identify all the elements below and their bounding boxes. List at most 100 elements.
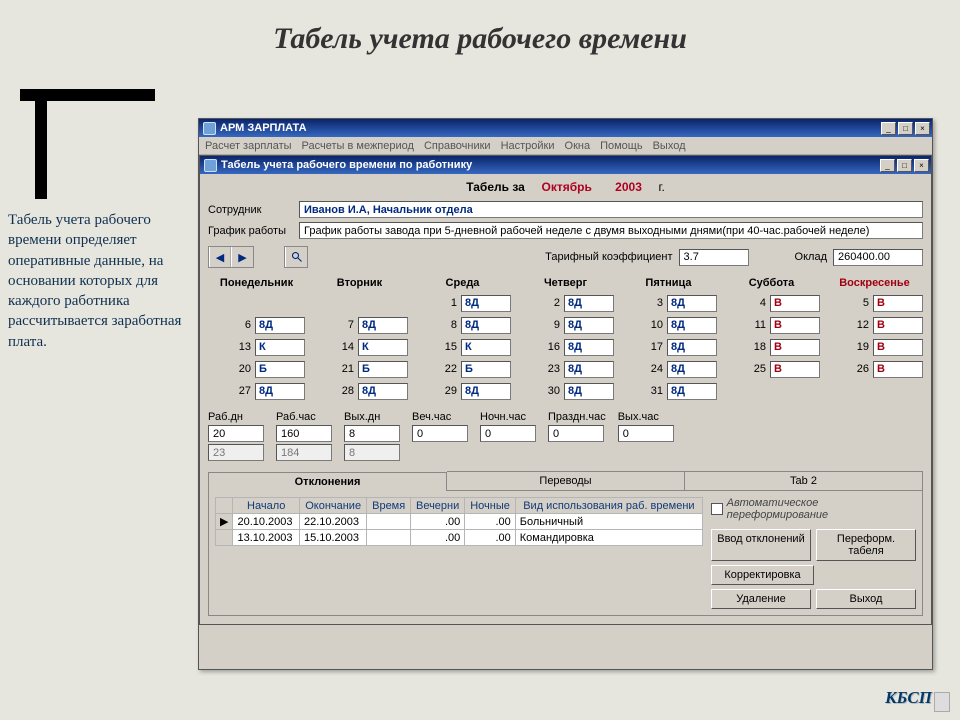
- day-value-input[interactable]: 8Д: [564, 339, 614, 356]
- day-value-input[interactable]: К: [358, 339, 408, 356]
- day-value-input[interactable]: 8Д: [667, 339, 717, 356]
- schedule-label: График работы: [208, 225, 293, 237]
- total-value[interactable]: 0: [548, 425, 604, 442]
- day-value-input[interactable]: 8Д: [564, 317, 614, 334]
- day-value-input[interactable]: 8Д: [358, 317, 408, 334]
- day-value-input[interactable]: В: [770, 295, 820, 312]
- day-value-input[interactable]: 8Д: [461, 295, 511, 312]
- minimize-button[interactable]: _: [881, 122, 896, 135]
- total-value[interactable]: 0: [480, 425, 536, 442]
- total-value[interactable]: 8: [344, 425, 400, 442]
- table-row[interactable]: 13.10.200315.10.2003.00.00Командировка: [216, 530, 703, 546]
- day-number: 22: [439, 363, 457, 375]
- day-cell: 88Д: [414, 315, 511, 335]
- search-button[interactable]: [285, 247, 307, 267]
- close-button[interactable]: ×: [915, 122, 930, 135]
- next-button[interactable]: ▶: [231, 247, 253, 267]
- day-number: 31: [645, 385, 663, 397]
- coef-field[interactable]: 3.7: [679, 249, 749, 266]
- prev-button[interactable]: ◀: [209, 247, 231, 267]
- correct-button[interactable]: Корректировка: [711, 565, 814, 585]
- table-cell: [367, 530, 411, 546]
- employee-field[interactable]: Иванов И.А, Начальник отдела: [299, 201, 923, 218]
- menu-item[interactable]: Справочники: [424, 140, 491, 152]
- day-number: 7: [336, 319, 354, 331]
- exit-button[interactable]: Выход: [816, 589, 916, 609]
- menu-item[interactable]: Расчет зарплаты: [205, 140, 292, 152]
- auto-reform-checkbox[interactable]: [711, 503, 723, 515]
- day-value-input[interactable]: 8Д: [667, 317, 717, 334]
- day-header: Четверг: [517, 275, 614, 291]
- tab-2[interactable]: Tab 2: [685, 471, 923, 490]
- day-header: Вторник: [311, 275, 408, 291]
- day-cell: 108Д: [620, 315, 717, 335]
- table-cell: 22.10.2003: [299, 514, 366, 530]
- menu-item[interactable]: Выход: [653, 140, 686, 152]
- day-value-input[interactable]: В: [770, 361, 820, 378]
- day-value-input[interactable]: В: [770, 339, 820, 356]
- brand-logo: КБСП: [885, 688, 932, 708]
- day-value-input[interactable]: В: [873, 339, 923, 356]
- total-value[interactable]: 0: [412, 425, 468, 442]
- day-cell: 19В: [826, 337, 923, 357]
- day-value-input[interactable]: В: [873, 317, 923, 334]
- day-cell: 22 Б: [414, 359, 511, 379]
- total-value[interactable]: 20: [208, 425, 264, 442]
- total-value[interactable]: 160: [276, 425, 332, 442]
- menu-item[interactable]: Окна: [565, 140, 591, 152]
- app-icon: [203, 122, 216, 135]
- day-cell: 21Б: [311, 359, 408, 379]
- day-value-input[interactable]: В: [873, 361, 923, 378]
- deviations-table[interactable]: НачалоОкончаниеВремяВечерниНочныеВид исп…: [215, 497, 703, 546]
- add-deviation-button[interactable]: Ввод отклонений: [711, 529, 811, 561]
- day-value-input[interactable]: В: [873, 295, 923, 312]
- day-cell: 13К: [208, 337, 305, 357]
- tab-deviations[interactable]: Отклонения: [208, 472, 447, 491]
- day-value-input[interactable]: Б: [358, 361, 408, 378]
- tab-transfers[interactable]: Переводы: [447, 471, 685, 490]
- menu-item[interactable]: Расчеты в межпериод: [302, 140, 414, 152]
- day-value-input[interactable]: 8Д: [255, 383, 305, 400]
- day-value-input[interactable]: 8Д: [564, 361, 614, 378]
- delete-button[interactable]: Удаление: [711, 589, 811, 609]
- day-cell: 308Д: [517, 381, 614, 401]
- day-header: Воскресенье: [826, 275, 923, 291]
- table-cell: 15.10.2003: [299, 530, 366, 546]
- day-cell: 28Д: [517, 293, 614, 313]
- day-value-input[interactable]: 8Д: [564, 295, 614, 312]
- day-value-input[interactable]: 8Д: [255, 317, 305, 334]
- day-value-input[interactable]: 8Д: [358, 383, 408, 400]
- day-cell: 168Д: [517, 337, 614, 357]
- menu-item[interactable]: Настройки: [501, 140, 555, 152]
- day-value-input[interactable]: 8Д: [667, 361, 717, 378]
- day-value-input[interactable]: В: [770, 317, 820, 334]
- total-value[interactable]: 0: [618, 425, 674, 442]
- child-close-button[interactable]: ×: [914, 159, 929, 172]
- day-value-input[interactable]: 8Д: [667, 383, 717, 400]
- day-value-input[interactable]: 8Д: [564, 383, 614, 400]
- tab-body: НачалоОкончаниеВремяВечерниНочныеВид исп…: [208, 490, 923, 616]
- child-maximize-button[interactable]: □: [897, 159, 912, 172]
- day-value-input[interactable]: 8Д: [461, 317, 511, 334]
- day-value-input[interactable]: 8Д: [667, 295, 717, 312]
- day-number: 1: [439, 297, 457, 309]
- salary-field[interactable]: 260400.00: [833, 249, 923, 266]
- day-cell: 31 8Д: [620, 381, 717, 401]
- schedule-field[interactable]: График работы завода при 5-дневной рабоч…: [299, 222, 923, 239]
- page-corner-icon: [934, 692, 950, 712]
- day-cell: 11 В: [723, 315, 820, 335]
- day-value-input[interactable]: К: [255, 339, 305, 356]
- day-value-input[interactable]: 8Д: [461, 383, 511, 400]
- child-minimize-button[interactable]: _: [880, 159, 895, 172]
- maximize-button[interactable]: □: [898, 122, 913, 135]
- table-header: Вечерни: [411, 498, 465, 514]
- day-header: Среда: [414, 275, 511, 291]
- day-cell: [723, 381, 820, 401]
- day-value-input[interactable]: К: [461, 339, 511, 356]
- reform-button[interactable]: Переформ. табеля: [816, 529, 916, 561]
- day-value-input[interactable]: Б: [255, 361, 305, 378]
- table-row[interactable]: ▶20.10.200322.10.2003.00.00Больничный: [216, 514, 703, 530]
- menu-item[interactable]: Помощь: [600, 140, 643, 152]
- day-value-input[interactable]: Б: [461, 361, 511, 378]
- day-number: 11: [748, 319, 766, 331]
